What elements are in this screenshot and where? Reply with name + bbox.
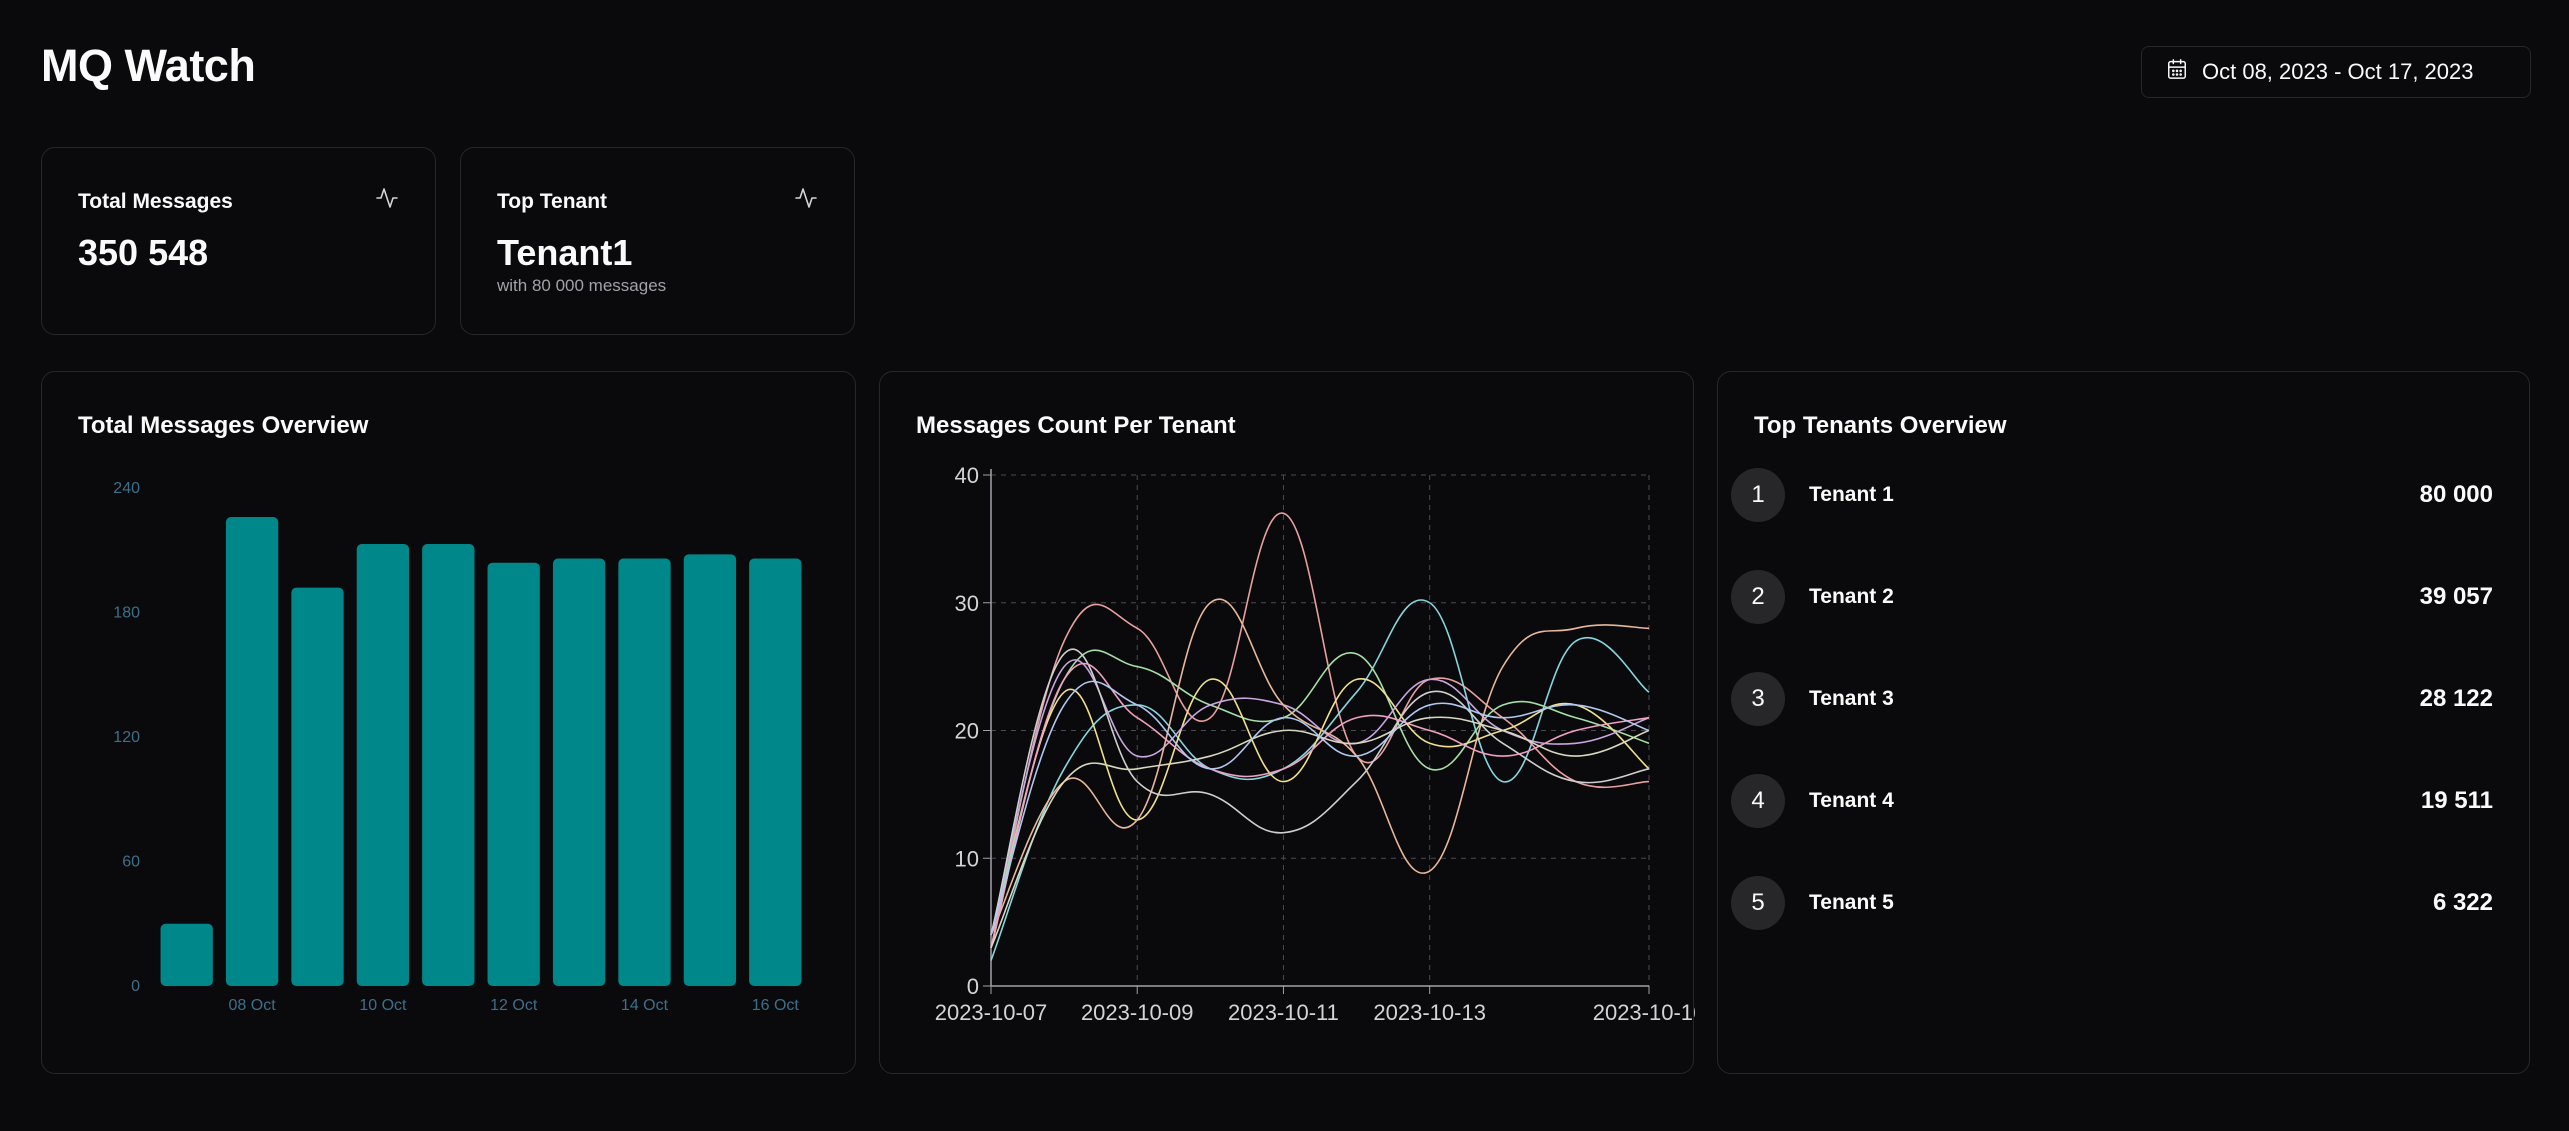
y-tick-label: 0 [131, 978, 140, 995]
tenant-count: 80 000 [2419, 481, 2493, 508]
bar [749, 558, 802, 986]
tenant-count: 6 322 [2432, 889, 2493, 916]
bar [552, 558, 606, 986]
tenant-row[interactable]: 1 Tenant 1 80 000 [1718, 468, 2529, 532]
series-line [990, 678, 1650, 948]
y-tick-label: 30 [955, 591, 979, 616]
series-line [990, 659, 1650, 936]
series-line [990, 648, 1650, 936]
date-range-label: Oct 08, 2023 - Oct 17, 2023 [2202, 59, 2474, 84]
bar [683, 554, 737, 986]
y-tick-label: 120 [113, 729, 140, 746]
date-range-picker[interactable]: Oct 08, 2023 - Oct 17, 2023 [2141, 46, 2531, 98]
x-tick-label: 2023-10-16 [1593, 1000, 1695, 1025]
top-tenant-value: Tenant1 [497, 232, 633, 273]
tenant-count: 19 511 [2420, 787, 2493, 814]
bar [225, 517, 279, 986]
tenant-row[interactable]: 3 Tenant 3 28 122 [1718, 672, 2529, 736]
tenant-name: Tenant 5 [1809, 891, 1894, 914]
rank-badge: 1 [1731, 468, 1785, 522]
tenant-row[interactable]: 2 Tenant 2 39 057 [1718, 570, 2529, 634]
bar [487, 562, 540, 986]
series-line [990, 649, 1650, 936]
total-messages-card: Total Messages 350 548 [41, 147, 436, 335]
activity-icon [794, 186, 818, 215]
calendar-icon [2166, 58, 2188, 86]
tenant-name: Tenant 4 [1809, 789, 1894, 812]
x-tick-label: 12 Oct [490, 997, 538, 1014]
x-tick-label: 2023-10-07 [935, 1000, 1048, 1025]
y-tick-label: 20 [955, 719, 979, 744]
x-tick-label: 14 Oct [621, 997, 669, 1014]
x-tick-label: 2023-10-13 [1373, 1000, 1486, 1025]
top-tenant-sub: with 80 000 messages [497, 276, 667, 295]
rank-badge: 2 [1731, 570, 1785, 624]
messages-count-per-tenant-panel: Messages Count Per Tenant 0 10 20 30 40 2023-… [879, 371, 1695, 1074]
x-tick-label: 16 Oct [752, 997, 800, 1014]
series-line [990, 680, 1650, 936]
rank-badge: 4 [1731, 774, 1785, 828]
y-tick-label: 240 [113, 480, 140, 497]
y-tick-label: 60 [122, 854, 140, 871]
tenant-name: Tenant 1 [1809, 483, 1894, 506]
total-messages-label: Total Messages [78, 190, 233, 213]
app-title: MQ Watch [41, 40, 256, 91]
tenant-count: 39 057 [2419, 583, 2493, 610]
tenant-name: Tenant 2 [1809, 585, 1894, 608]
y-tick-label: 180 [113, 605, 140, 622]
x-tick-label: 10 Oct [359, 997, 407, 1014]
series-line [990, 716, 1650, 948]
activity-icon [375, 186, 399, 215]
bar [160, 923, 213, 986]
bar [356, 544, 410, 986]
top-tenant-label: Top Tenant [497, 190, 608, 213]
tenant-name: Tenant 3 [1809, 687, 1894, 710]
tenant-row[interactable]: 5 Tenant 5 6 322 [1718, 876, 2529, 940]
y-tick-label: 0 [967, 974, 979, 999]
y-tick-label: 10 [955, 846, 979, 871]
bar [422, 544, 475, 986]
series-line [990, 599, 1650, 961]
line-chart: 0 10 20 30 40 2023-10-07 2023-10-09 2023-10-11 2… [935, 463, 1695, 1025]
series-line [990, 598, 1650, 936]
rank-badge: 5 [1731, 876, 1785, 930]
bar [618, 558, 671, 986]
top-tenants-overview-panel: Top Tenants Overview 1 Tenant 1 80 000 2… [1717, 371, 2530, 1074]
bar-chart: 0 60 120 180 240 08 Oct 10 Oct 12 Oct 14 Oct 16 O… [113, 480, 802, 1014]
y-tick-label: 40 [955, 463, 979, 488]
rank-badge: 3 [1731, 672, 1785, 726]
top-tenant-card: Top Tenant Tenant1 with 80 000 messages [460, 147, 855, 335]
tenant-count: 28 122 [2419, 685, 2493, 712]
x-tick-label: 08 Oct [229, 997, 277, 1014]
total-messages-value: 350 548 [78, 232, 209, 273]
x-tick-label: 2023-10-11 [1228, 1000, 1339, 1025]
tenant-row[interactable]: 4 Tenant 4 19 511 [1718, 774, 2529, 838]
total-messages-overview-panel: Total Messages Overview 0 60 120 180 240 08 O… [41, 371, 856, 1074]
bar [291, 587, 344, 986]
x-tick-label: 2023-10-09 [1081, 1000, 1194, 1025]
panel-title: Top Tenants Overview [1754, 412, 2007, 439]
